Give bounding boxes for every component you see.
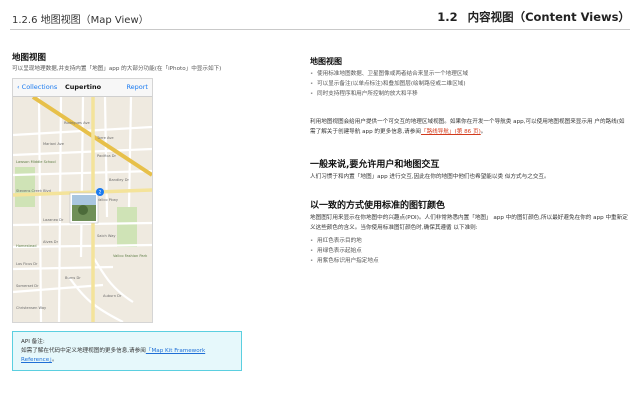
map-feature-list: 使用标准地图数据、卫星图像或两者结合来显示一个地理区域 可以显示备注(以单点标注…: [310, 69, 630, 99]
nav-back-label: Collections: [21, 83, 58, 91]
api-note-label: API 备注:: [21, 339, 45, 345]
pin-color-list: 用红色表示目的地 用绿色表示起始点 用紫色标识用户指定地点: [310, 236, 630, 266]
section-heading-interaction: 一般来说,要允许用户和地图交互: [310, 160, 440, 170]
place-label: Lawson Middle School: [16, 160, 56, 164]
street-label: Vallco Pkwy: [97, 198, 119, 202]
list-item: 用紫色标识用户指定地点: [310, 256, 630, 266]
section-heading-map-view: 地图视图: [310, 57, 342, 66]
section-title: 内容视图（Content Views）: [467, 10, 630, 24]
nav-back-button[interactable]: ‹ Collections: [17, 83, 57, 91]
place-label: Vallco Fashion Park: [113, 254, 148, 258]
nav-title: Cupertino: [65, 83, 102, 91]
street-label: Somerset Dr: [16, 284, 39, 288]
section-heading-pin-colors: 以一致的方式使用标准的图钉颜色: [310, 201, 446, 211]
list-item: 可以显示备注(以单点标注)和叠加图层(绘制路径或二维区域): [310, 79, 630, 89]
street-label: Bandley Dr: [109, 178, 129, 182]
street-label: Alves Dr: [43, 240, 59, 244]
paragraph-tail: 。: [480, 129, 487, 135]
street-label: Torre Ave: [96, 136, 114, 140]
street-label: Christensen Way: [16, 306, 47, 310]
api-note-tail: 。: [51, 357, 58, 363]
street-label: Pacifica Dr: [97, 154, 117, 158]
list-item: 用绿色表示起始点: [310, 246, 630, 256]
nav-bar: ‹ Collections Cupertino Report: [13, 79, 152, 97]
street-label: Los Ficus Dr: [16, 262, 38, 266]
interaction-paragraph: 人们习惯于和内置「地图」app 进行交互,因此在你的地图中他们也希望能以类 似方…: [310, 174, 550, 180]
place-label: Homestead: [16, 244, 37, 248]
list-item: 用红色表示目的地: [310, 236, 630, 246]
mall-area: [117, 207, 137, 247]
street-label: Rodrigues Ave: [64, 121, 90, 125]
header-left: 1.2.6 地图视图（Map View）: [12, 15, 149, 26]
section-number: 1.2: [437, 10, 458, 24]
list-item: 使用标准地图数据、卫星图像或两者结合来显示一个地理区域: [310, 69, 630, 79]
nav-report-button[interactable]: Report: [126, 83, 148, 91]
list-item: 同时支持程序和用户所控制的放大和平移: [310, 89, 630, 99]
header-divider: [10, 29, 630, 30]
park-area: [15, 167, 35, 207]
route-navigation-link[interactable]: 「路线导航」(第 86 页): [421, 129, 481, 135]
phone-screenshot: ‹ Collections Cupertino Report Rodrigues…: [12, 78, 153, 323]
map-view-paragraph: 利用地图视图会给用户提供一个可交互的地理区域视图。如果你在开发一个导航类 app…: [310, 117, 630, 137]
street-label: Auburn Dr: [103, 294, 122, 298]
street-label: Burns Dr: [65, 276, 81, 280]
header-right: 1.2 内容视图（Content Views）: [437, 9, 630, 25]
api-note-text: 如需了解在代码中定义地理视图的更多信息,请参阅: [21, 348, 146, 354]
left-title: 地图视图: [12, 53, 47, 63]
street-label: Lazaneo Dr: [43, 218, 64, 222]
street-label: Saich Way: [97, 234, 116, 238]
left-subtitle: 可以呈现地理数据,并支持内置「地图」app 的大部分功能(在「iPhoto」中显…: [12, 66, 222, 72]
street-label: Stevens Creek Blvd: [16, 189, 51, 193]
pin-colors-paragraph: 地图图钉用来显示在你地图中的兴趣点(POI)。人们非常熟悉内置「地图」 app …: [310, 215, 628, 231]
street-label: Mariani Ave: [43, 142, 65, 146]
map-view[interactable]: Rodrigues Ave Torre Ave Pacifica Dr Mari…: [13, 97, 152, 322]
api-note: API 备注: 如需了解在代码中定义地理视图的更多信息,请参阅「Map Kit …: [12, 331, 242, 371]
pin-count-badge: 2: [99, 190, 102, 196]
